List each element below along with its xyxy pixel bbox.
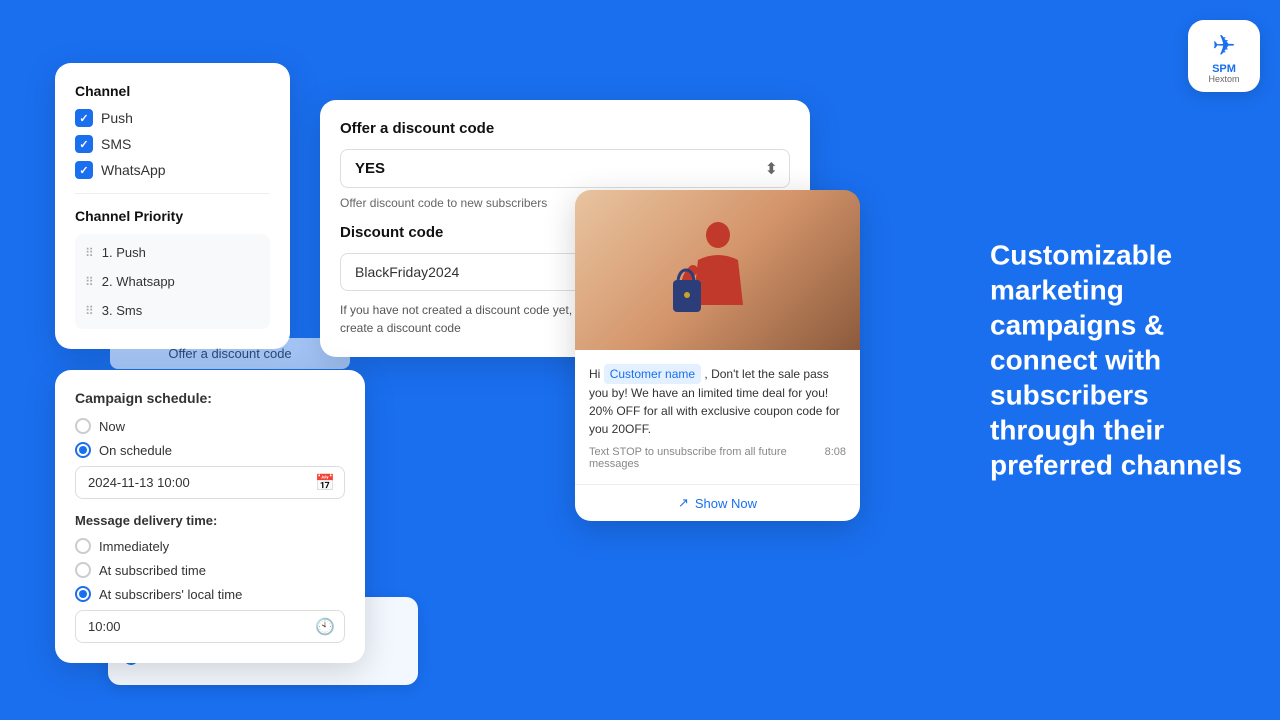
drag-icon-3: ⠿: [85, 304, 94, 318]
local-time-label: At subscribers' local time: [99, 587, 242, 602]
drag-icon-1: ⠿: [85, 246, 94, 260]
schedule-card: Campaign schedule: Now On schedule 📅 Mes…: [55, 370, 365, 663]
immediately-label: Immediately: [99, 539, 169, 554]
message-footer: Text STOP to unsubscribe from all future…: [589, 446, 846, 470]
sms-checkbox[interactable]: [75, 135, 93, 153]
delivery-subscribed-option[interactable]: At subscribed time: [75, 562, 345, 578]
whatsapp-image: [575, 190, 860, 350]
message-text: Hi Customer name , Don't let the sale pa…: [589, 364, 846, 438]
channel-title: Channel: [75, 83, 270, 99]
schedule-title: Campaign schedule:: [75, 390, 345, 406]
stop-text: Text STOP to unsubscribe from all future…: [589, 446, 817, 470]
whatsapp-body: Hi Customer name , Don't let the sale pa…: [575, 350, 860, 484]
local-time-radio[interactable]: [75, 586, 91, 602]
on-schedule-radio[interactable]: [75, 442, 91, 458]
schedule-on-schedule-option[interactable]: On schedule: [75, 442, 345, 458]
spm-logo: ✈ SPM Hextom: [1188, 20, 1260, 92]
delivery-local-time-option[interactable]: At subscribers' local time: [75, 586, 345, 602]
time-input[interactable]: [75, 610, 345, 643]
company-name: Hextom: [1208, 75, 1239, 84]
priority-sms[interactable]: ⠿ 3. Sms: [75, 296, 270, 325]
app-name: SPM: [1212, 64, 1236, 75]
priority-push[interactable]: ⠿ 1. Push: [75, 238, 270, 267]
bag-svg: [668, 215, 768, 325]
date-input[interactable]: [75, 466, 345, 499]
schedule-now-option[interactable]: Now: [75, 418, 345, 434]
discount-card-title: Offer a discount code: [340, 120, 790, 137]
delivery-immediately-option[interactable]: Immediately: [75, 538, 345, 554]
whatsapp-checkbox[interactable]: [75, 161, 93, 179]
channel-whatsapp[interactable]: WhatsApp: [75, 161, 270, 179]
divider: [75, 193, 270, 194]
bag-illustration: [575, 190, 860, 350]
customer-name-tag: Customer name: [604, 364, 701, 384]
push-label: Push: [101, 110, 133, 126]
offer-discount-hint: Offer a discount code: [110, 338, 350, 369]
on-schedule-label: On schedule: [99, 443, 172, 458]
priority-list: ⠿ 1. Push ⠿ 2. Whatsapp ⠿ 3. Sms: [75, 234, 270, 329]
whatsapp-label: WhatsApp: [101, 162, 166, 178]
priority-push-label: 1. Push: [102, 245, 146, 260]
clock-icon: 🕙: [315, 617, 335, 637]
priority-whatsapp-label: 2. Whatsapp: [102, 274, 175, 289]
external-link-icon: ↗: [678, 495, 689, 511]
priority-title: Channel Priority: [75, 208, 270, 224]
priority-sms-label: 3. Sms: [102, 303, 142, 318]
show-now-label: Show Now: [695, 496, 757, 511]
drag-icon-2: ⠿: [85, 275, 94, 289]
hero-text: Customizable marketing campaigns & conne…: [990, 238, 1250, 483]
now-label: Now: [99, 419, 125, 434]
now-radio[interactable]: [75, 418, 91, 434]
priority-whatsapp[interactable]: ⠿ 2. Whatsapp: [75, 267, 270, 296]
subscribed-time-radio[interactable]: [75, 562, 91, 578]
message-intro: Hi: [589, 367, 600, 381]
date-input-wrapper[interactable]: 📅: [75, 466, 345, 499]
time-input-wrapper[interactable]: 🕙: [75, 610, 345, 643]
offer-select[interactable]: YES NO: [340, 149, 790, 188]
timestamp: 8:08: [825, 446, 846, 458]
whatsapp-preview-card: Hi Customer name , Don't let the sale pa…: [575, 190, 860, 521]
channel-sms[interactable]: SMS: [75, 135, 270, 153]
immediately-radio[interactable]: [75, 538, 91, 554]
channel-card: Channel Push SMS WhatsApp Channel Priori…: [55, 63, 290, 349]
offer-select-wrapper[interactable]: YES NO ⬍: [340, 149, 790, 188]
plane-icon: ✈: [1212, 29, 1235, 62]
calendar-icon: 📅: [315, 473, 335, 493]
push-checkbox[interactable]: [75, 109, 93, 127]
subscribed-time-label: At subscribed time: [99, 563, 206, 578]
show-now-button[interactable]: ↗ Show Now: [575, 484, 860, 521]
delivery-title: Message delivery time:: [75, 513, 345, 528]
channel-push[interactable]: Push: [75, 109, 270, 127]
sms-label: SMS: [101, 136, 131, 152]
